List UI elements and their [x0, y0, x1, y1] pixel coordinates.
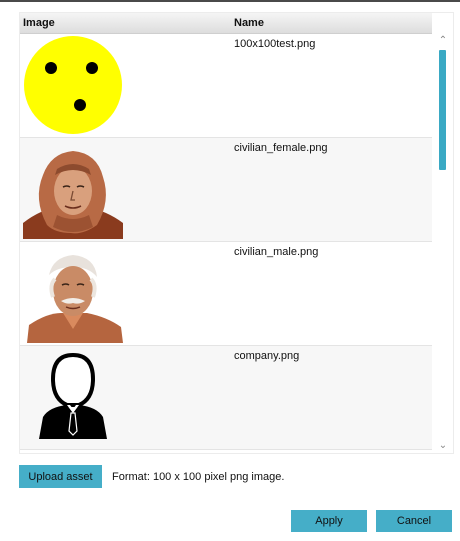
- chevron-down-icon[interactable]: ⌄: [433, 439, 453, 453]
- scrollbar-thumb[interactable]: [439, 50, 446, 170]
- table-body: 100x100test.png civilian_female.png civi…: [20, 34, 432, 453]
- table-row[interactable]: civilian_male.png: [20, 242, 432, 346]
- table-row[interactable]: 100x100test.png: [20, 34, 432, 138]
- row-file-name: 100x100test.png: [234, 38, 316, 50]
- cancel-button[interactable]: Cancel: [376, 510, 452, 532]
- row-file-name: civilian_female.png: [234, 142, 328, 154]
- row-file-name: civilian_male.png: [234, 246, 319, 258]
- column-header-name[interactable]: Name: [234, 13, 264, 33]
- column-header-image[interactable]: Image: [23, 13, 55, 33]
- table-row[interactable]: company.png: [20, 346, 432, 450]
- chevron-up-icon[interactable]: ⌃: [433, 34, 453, 48]
- table-row[interactable]: civilian_female.png: [20, 138, 432, 242]
- row-file-name: company.png: [234, 350, 300, 362]
- assets-table: Image Name 100x100test.png civilian_fema…: [19, 12, 454, 454]
- table-scrollbar[interactable]: ⌃ ⌄: [433, 34, 453, 453]
- asset-picker-dialog: Image Name 100x100test.png civilian_fema…: [0, 0, 460, 541]
- upload-asset-button[interactable]: Upload asset: [19, 465, 102, 488]
- dialog-top-border: [0, 0, 460, 2]
- apply-button[interactable]: Apply: [291, 510, 367, 532]
- male-civilian-portrait: [27, 255, 123, 343]
- female-civilian-portrait: [23, 151, 123, 239]
- format-hint-text: Format: 100 x 100 pixel png image.: [112, 471, 285, 483]
- table-header: Image Name: [20, 13, 432, 34]
- smiley-test-image: [24, 36, 122, 134]
- person-silhouette-icon: [39, 352, 107, 439]
